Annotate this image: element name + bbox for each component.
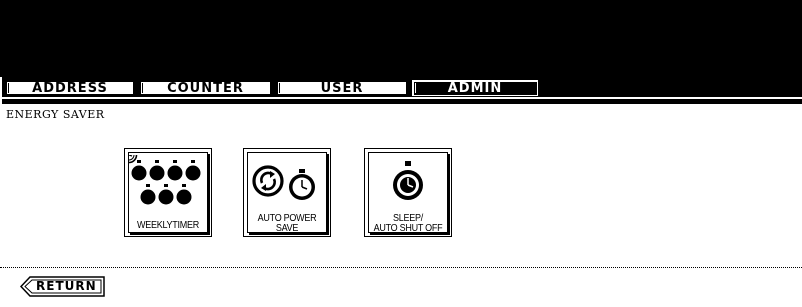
return-label: RETURN bbox=[36, 279, 97, 293]
auto-power-save-label-2: SAVE bbox=[275, 223, 299, 234]
power-save-icon bbox=[252, 165, 315, 200]
weekly-timer-button[interactable]: WEEKLYTIMER bbox=[124, 148, 212, 237]
tab-base-bar bbox=[2, 99, 802, 104]
tab-user[interactable]: USER bbox=[276, 80, 408, 96]
page-title: ENERGY SAVER bbox=[6, 108, 105, 121]
tab-counter[interactable]: COUNTER bbox=[139, 80, 272, 96]
clocks-icon bbox=[129, 155, 202, 206]
auto-power-save-button[interactable]: AUTO POWER SAVE bbox=[243, 148, 331, 237]
sleep-label-2: AUTO SHUT OFF bbox=[373, 223, 443, 234]
tab-bar: ADDRESS COUNTER USER ADMIN bbox=[2, 77, 802, 104]
sleep-auto-shut-off-button[interactable]: SLEEP/ AUTO SHUT OFF bbox=[364, 148, 452, 237]
tab-admin[interactable]: ADMIN bbox=[412, 80, 538, 96]
tab-address[interactable]: ADDRESS bbox=[5, 80, 135, 96]
return-button[interactable]: RETURN bbox=[20, 276, 106, 298]
stopwatch-icon bbox=[393, 161, 423, 200]
footer-divider bbox=[0, 267, 802, 268]
status-area bbox=[0, 0, 802, 77]
weekly-timer-label: WEEKLYTIMER bbox=[137, 220, 199, 231]
